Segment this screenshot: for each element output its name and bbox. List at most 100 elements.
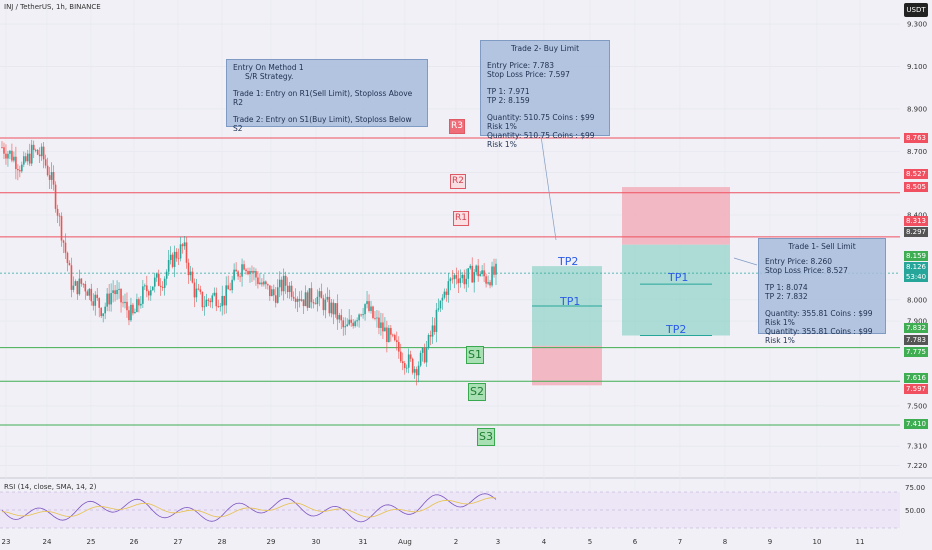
r3-badge: R3	[449, 119, 465, 134]
trade1-note: Trade 1- Sell Limit Entry Price: 8.260 S…	[758, 238, 886, 345]
candle-body	[211, 295, 214, 303]
candle-body	[280, 279, 283, 292]
candle-body	[469, 265, 472, 269]
trade1-profit-zone	[622, 244, 730, 336]
trade1-stop: Stop Loss Price: 8.527	[765, 266, 848, 275]
candle-body	[473, 272, 475, 283]
candle-body	[197, 288, 200, 290]
chart-title: INJ / TetherUS, 1h, BINANCE	[4, 3, 101, 11]
axis-price-tag: 8.763	[904, 133, 928, 143]
strategy-note: Entry On Method 1 S/R Strategy. Trade 1:…	[226, 59, 428, 133]
candle-body	[257, 277, 259, 284]
trade2-note: Trade 2- Buy Limit Entry Price: 7.783 St…	[480, 40, 610, 149]
candle-body	[465, 278, 468, 285]
candle-body	[399, 351, 402, 362]
candle-body	[272, 289, 275, 296]
candle-body	[229, 289, 231, 291]
candle-body	[13, 156, 15, 161]
candle-body	[439, 300, 442, 309]
candle-body	[338, 315, 341, 320]
candle-body	[346, 324, 349, 327]
candle-body	[354, 321, 356, 327]
candle-body	[308, 288, 311, 308]
strategy-line-4: Trade 2: Entry on S1(Buy Limit), Stoplos…	[233, 115, 412, 133]
candle-body	[495, 263, 497, 275]
candle-body	[138, 299, 140, 306]
candle-body	[332, 302, 335, 315]
candle-body	[181, 244, 184, 247]
candle-body	[128, 310, 130, 321]
candle-body	[451, 278, 454, 280]
candle-body	[235, 269, 237, 272]
candle-body	[334, 303, 337, 315]
candle-body	[366, 301, 368, 305]
trade2-tp1: TP 1: 7.971	[487, 87, 530, 96]
x-tick-label: 11	[856, 538, 865, 546]
candle-body	[394, 335, 396, 341]
trade1-entry: Entry Price: 8.260	[765, 257, 833, 266]
candle-body	[203, 306, 206, 308]
candle-body	[110, 293, 112, 305]
candle-body	[231, 279, 233, 291]
axis-price-tag: 7.775	[904, 347, 928, 357]
candle-body	[443, 291, 446, 298]
candle-body	[314, 303, 317, 305]
time-axis: 23 24 25 26 27 28 29 30 31 Aug 2 3 4 5 6 7 8 9 10 11	[2, 538, 865, 546]
candle-body	[427, 335, 430, 348]
candle-body	[276, 287, 279, 303]
candle-body	[155, 273, 158, 278]
candle-body	[409, 354, 412, 359]
candle-body	[437, 308, 440, 310]
candle-body	[126, 301, 128, 311]
y-tick-label: 7.220	[907, 462, 927, 470]
candle-body	[415, 369, 418, 376]
candle-body	[217, 306, 220, 308]
candle-body	[227, 285, 229, 290]
candle-body	[21, 164, 23, 172]
candle-body	[221, 295, 224, 307]
axis-price-tag: 7.597	[904, 384, 928, 394]
axis-price-tag: 7.783	[904, 335, 928, 345]
candle-body	[411, 358, 414, 373]
candle-body	[312, 302, 315, 304]
axis-price-tag: 8.313	[904, 216, 928, 226]
candle-body	[286, 285, 289, 293]
candle-body	[278, 279, 281, 288]
candle-body	[11, 150, 13, 161]
axis-price-tag: 8.297	[904, 227, 928, 237]
candle-body	[370, 306, 372, 311]
candle-body	[433, 325, 436, 332]
trade2-entry: Entry Price: 7.783	[487, 61, 555, 70]
candle-body	[441, 297, 444, 301]
axis-price-tag: 53:40	[904, 272, 928, 282]
candle-body	[157, 273, 160, 286]
candle-body	[223, 295, 226, 306]
rsi-pane	[0, 491, 900, 529]
candle-body	[396, 340, 398, 342]
candle-body	[479, 273, 481, 277]
candle-body	[108, 293, 110, 305]
x-tick-label: 30	[312, 538, 321, 546]
candle-body	[384, 327, 386, 332]
axis-price-tag: 7.832	[904, 323, 928, 333]
rsi-tick-50: 50.00	[905, 507, 926, 515]
candle-body	[336, 303, 339, 320]
candle-body	[300, 299, 303, 301]
candle-body	[28, 153, 31, 164]
axis-price-tag: 8.126	[904, 262, 928, 272]
x-tick-label: 4	[542, 538, 547, 546]
candle-body	[140, 303, 142, 306]
trade2-tp2: TP 2: 8.159	[487, 96, 530, 105]
currency-badge[interactable]: USDT	[904, 3, 928, 17]
candle-body	[201, 291, 204, 308]
candle-body	[282, 275, 285, 292]
candle-body	[56, 208, 59, 216]
candle-body	[435, 309, 438, 332]
candle-body	[46, 165, 49, 176]
candle-body	[461, 274, 464, 279]
trade2-stop: Stop Loss Price: 7.597	[487, 70, 570, 79]
candle-body	[136, 299, 138, 312]
r1-badge: R1	[453, 211, 469, 226]
y-tick-label: 7.310	[907, 443, 927, 451]
s1-badge: S1	[466, 346, 484, 364]
